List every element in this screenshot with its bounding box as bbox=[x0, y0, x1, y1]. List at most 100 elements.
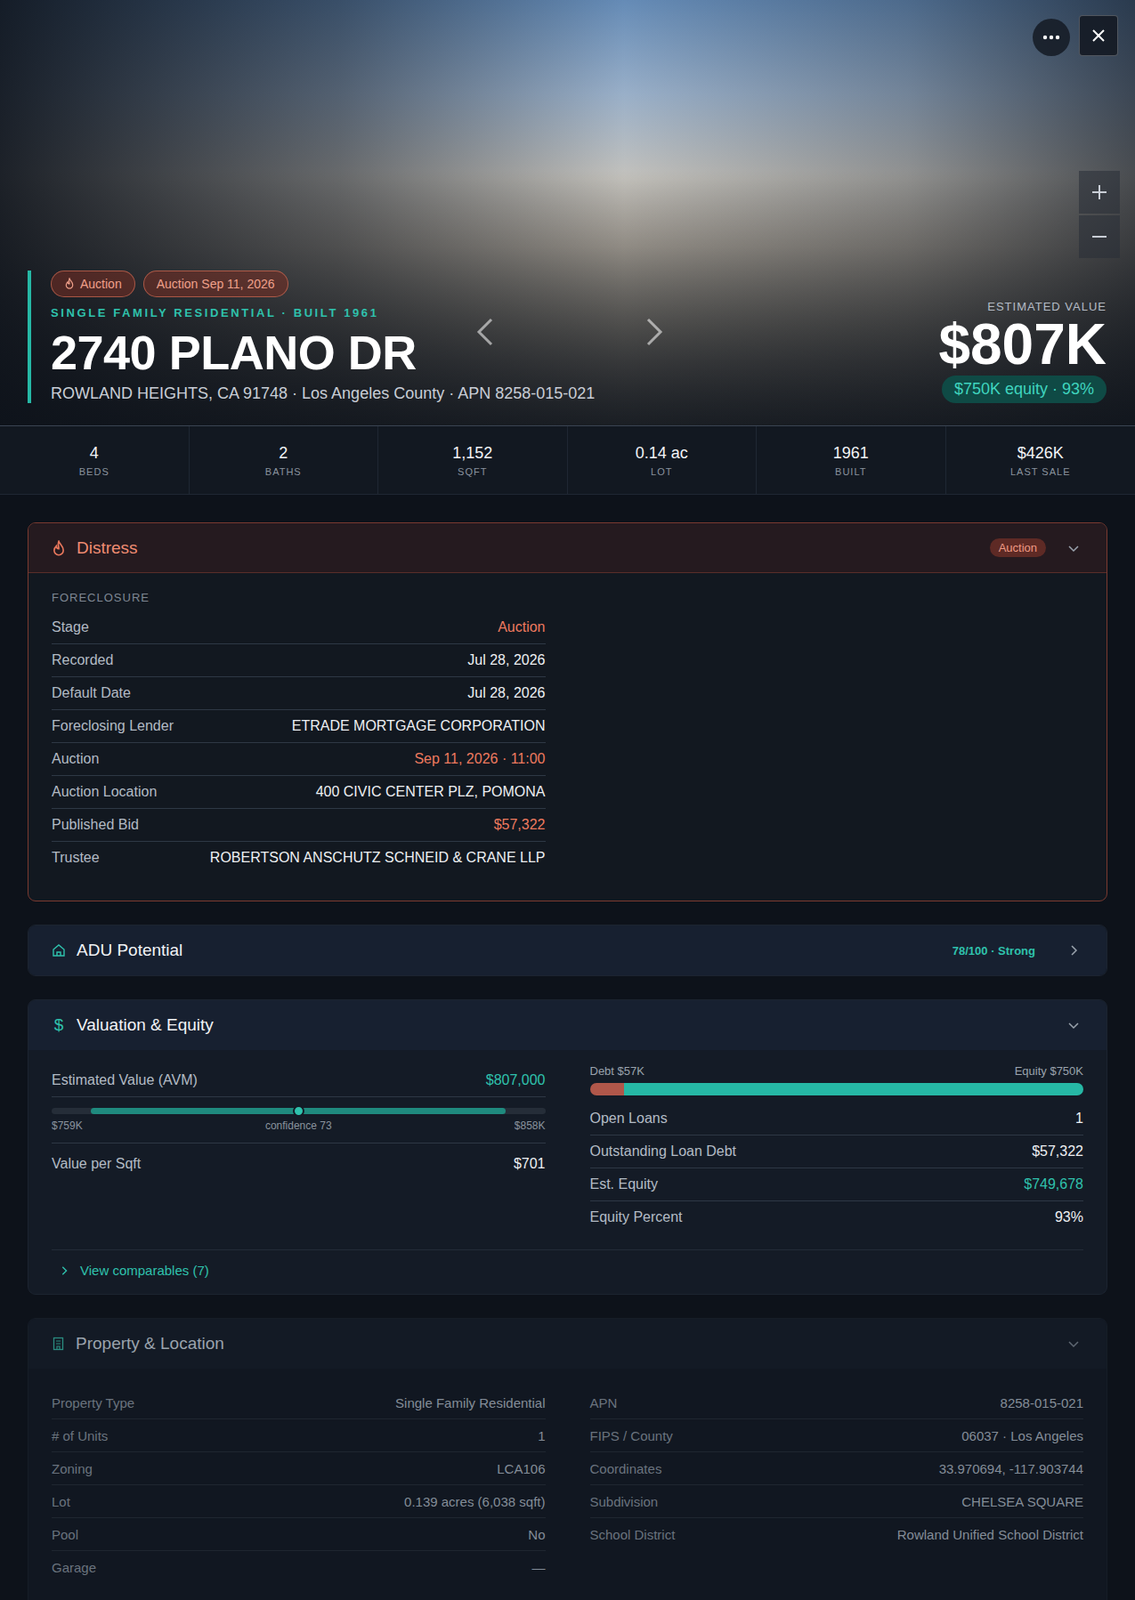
row-value: 33.970694, -117.903744 bbox=[939, 1461, 1084, 1477]
more-button[interactable] bbox=[1032, 18, 1071, 57]
detail-row: Trustee ROBERTSON ANSCHUTZ SCHNEID & CRA… bbox=[51, 842, 546, 875]
row-label: Outstanding Loan Debt bbox=[590, 1143, 738, 1160]
equity-bar-labels: Debt $57K Equity $750K bbox=[590, 1064, 1085, 1079]
row-value: Rowland Unified School District bbox=[897, 1527, 1084, 1543]
chevron-right-icon bbox=[635, 314, 672, 350]
row-label: Subdivision bbox=[590, 1494, 659, 1510]
distress-badge: Auction bbox=[989, 538, 1046, 558]
row-label: School District bbox=[590, 1527, 676, 1543]
detail-row: Auction Sep 11, 2026 · 11:00 bbox=[51, 743, 546, 777]
row-label: Default Date bbox=[51, 685, 131, 702]
chevron-left-icon bbox=[468, 314, 504, 350]
row-value: Single Family Residential bbox=[395, 1395, 545, 1411]
adu-header[interactable]: ADU Potential 78/100 · Strong bbox=[28, 925, 1107, 976]
stat-value: 0.14 ac bbox=[635, 444, 689, 463]
row-label: APN bbox=[590, 1395, 618, 1411]
chevron-right-icon bbox=[1067, 944, 1080, 957]
previous-photo-button[interactable] bbox=[468, 314, 504, 350]
property-right-column: APN 8258-015-021FIPS / County 06037 · Lo… bbox=[590, 1386, 1085, 1584]
stat: 0.14 ac LOT bbox=[567, 426, 758, 495]
valuation-header[interactable]: $ Valuation & Equity bbox=[28, 1000, 1107, 1051]
cards: Distress Auction FORECLOSURE Stage Aucti… bbox=[0, 494, 1135, 1600]
property-detail-page: Auction Auction Sep 11, 2026 SINGLE FAMI… bbox=[0, 0, 1135, 1600]
range-marker bbox=[292, 1105, 305, 1118]
detail-row: # of Units 1 bbox=[51, 1419, 546, 1453]
minus-icon bbox=[1090, 227, 1109, 246]
detail-row: Recorded Jul 28, 2026 bbox=[51, 644, 546, 678]
detail-row: APN 8258-015-021 bbox=[590, 1386, 1085, 1420]
status-badge: Auction bbox=[50, 270, 136, 298]
row-label: Garage bbox=[51, 1560, 97, 1576]
section-label: FORECLOSURE bbox=[51, 591, 546, 605]
adu-title: ADU Potential bbox=[76, 940, 183, 961]
estimated-value-label: ESTIMATED VALUE bbox=[987, 299, 1107, 314]
row-value: — bbox=[532, 1560, 546, 1576]
stat-value: 1,152 bbox=[452, 444, 493, 463]
row-label: FIPS / County bbox=[590, 1428, 673, 1444]
row-value: 1 bbox=[537, 1428, 545, 1444]
view-comparables-link[interactable]: View comparables (7) bbox=[51, 1249, 1084, 1295]
detail-row: School District Rowland Unified School D… bbox=[590, 1518, 1085, 1551]
row-value: No bbox=[527, 1527, 545, 1543]
row-value: ETRADE MORTGAGE CORPORATION bbox=[291, 718, 546, 735]
stat: 1961 BUILT bbox=[756, 426, 947, 495]
distress-body: FORECLOSURE Stage Auction Recorded Jul 28… bbox=[28, 573, 1107, 901]
stat: 2 BATHS bbox=[189, 426, 380, 495]
hero-content: Auction Auction Sep 11, 2026 SINGLE FAMI… bbox=[0, 270, 1135, 426]
row-value: $749,678 bbox=[1023, 1176, 1084, 1193]
property-location-card: Property & Location Property Type Single… bbox=[27, 1318, 1108, 1600]
row-value: 0.139 acres (6,038 sqft) bbox=[404, 1494, 545, 1510]
stat-label: BUILT bbox=[835, 466, 867, 478]
valuation-body: Estimated Value (AVM) $807,000 $759K con… bbox=[28, 1050, 1107, 1250]
zoom-out-button[interactable] bbox=[1078, 215, 1120, 259]
close-icon bbox=[1091, 28, 1106, 43]
equity-column: Debt $57K Equity $750K Open Loans 1Outst… bbox=[590, 1064, 1085, 1234]
detail-row: Published Bid $57,322 bbox=[51, 809, 546, 843]
row-value: Jul 28, 2026 bbox=[467, 652, 545, 669]
hero-summary: Auction Auction Sep 11, 2026 SINGLE FAMI… bbox=[27, 270, 595, 404]
close-button[interactable] bbox=[1078, 15, 1119, 57]
location-line: ROWLAND HEIGHTS, CA 91748 · Los Angeles … bbox=[50, 384, 595, 404]
valuation-title: Valuation & Equity bbox=[76, 1015, 214, 1036]
stat-label: LAST SALE bbox=[1010, 466, 1071, 478]
row-value: $701 bbox=[513, 1156, 546, 1173]
hero: Auction Auction Sep 11, 2026 SINGLE FAMI… bbox=[0, 0, 1135, 427]
stat-value: 4 bbox=[89, 444, 99, 463]
adu-card[interactable]: ADU Potential 78/100 · Strong bbox=[27, 924, 1108, 977]
property-header[interactable]: Property & Location bbox=[28, 1319, 1107, 1370]
row-label: Trustee bbox=[51, 850, 100, 867]
row-label: Stage bbox=[51, 619, 90, 636]
range-high: $858K bbox=[514, 1119, 546, 1133]
avm-column: Estimated Value (AVM) $807,000 $759K con… bbox=[51, 1064, 546, 1234]
chevron-right-icon bbox=[58, 1265, 70, 1277]
range-confidence: confidence 73 bbox=[265, 1119, 333, 1133]
zoom-in-button[interactable] bbox=[1078, 170, 1120, 214]
distress-header[interactable]: Distress Auction bbox=[28, 523, 1107, 574]
detail-row: Pool No bbox=[51, 1518, 546, 1552]
stat-value: 1961 bbox=[833, 444, 869, 463]
detail-row: FIPS / County 06037 · Los Angeles bbox=[590, 1419, 1085, 1453]
flame-icon bbox=[51, 540, 66, 557]
avm-range-bar bbox=[51, 1108, 546, 1115]
detail-row: Foreclosing Lender ETRADE MORTGAGE CORPO… bbox=[51, 710, 546, 744]
row-label: Auction bbox=[51, 751, 99, 768]
detail-row: Lot 0.139 acres (6,038 sqft) bbox=[51, 1485, 546, 1519]
chevron-down-icon bbox=[1067, 1337, 1080, 1351]
detail-row: Zoning LCA106 bbox=[51, 1452, 546, 1486]
row-label: Pool bbox=[51, 1527, 79, 1543]
dollar-icon: $ bbox=[51, 1015, 66, 1036]
foreclosure-section: FORECLOSURE Stage Auction Recorded Jul 28… bbox=[51, 591, 546, 875]
more-icon bbox=[1042, 34, 1061, 41]
estimated-value-amount: $807K bbox=[938, 313, 1107, 376]
row-label: Published Bid bbox=[51, 817, 139, 834]
row-label: Open Loans bbox=[590, 1110, 668, 1127]
next-photo-button[interactable] bbox=[635, 314, 672, 350]
stat: 1,152 SQFT bbox=[378, 426, 568, 495]
debt-fill bbox=[590, 1083, 625, 1096]
zoom-controls bbox=[1078, 170, 1120, 259]
row-value: 8258-015-021 bbox=[1000, 1395, 1084, 1411]
row-label: Est. Equity bbox=[590, 1176, 658, 1193]
detail-row: Garage — bbox=[51, 1551, 546, 1584]
stat-value: 2 bbox=[278, 444, 288, 463]
distress-title: Distress bbox=[76, 538, 138, 559]
